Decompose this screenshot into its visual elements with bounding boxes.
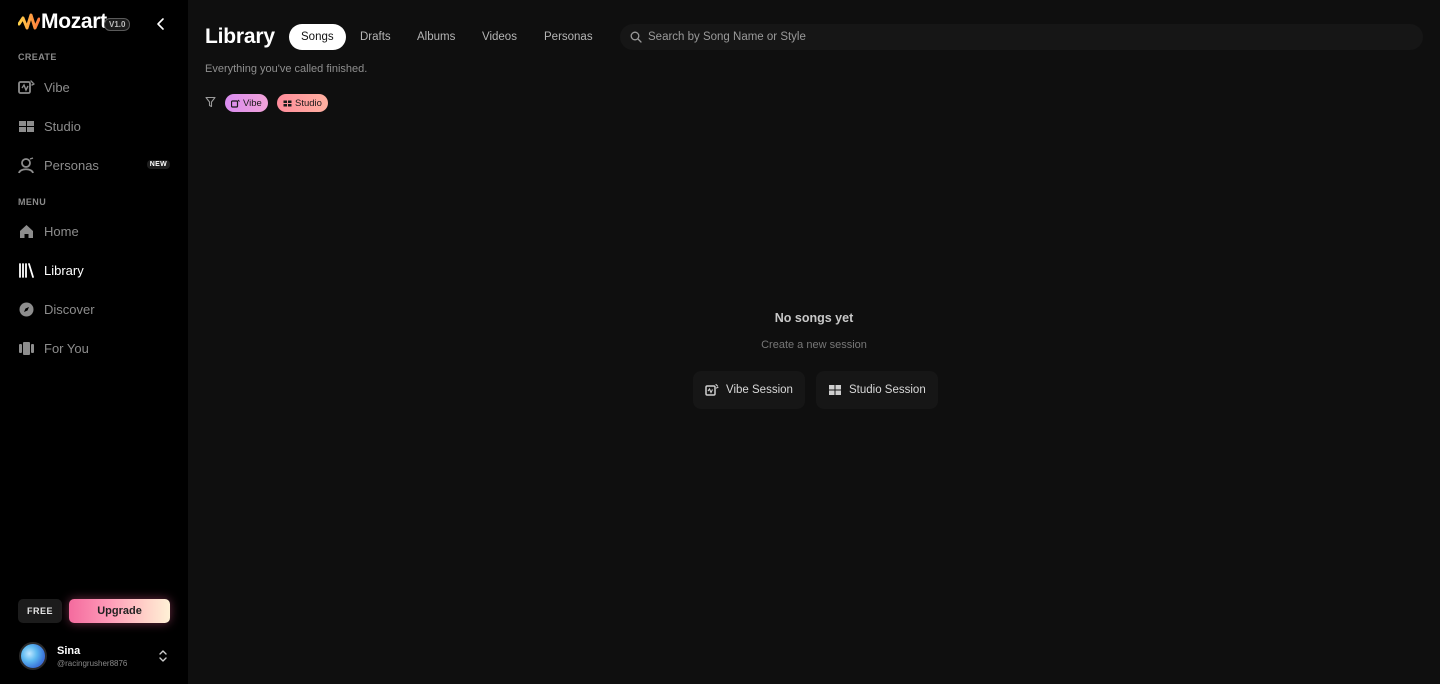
search-icon [630, 31, 642, 43]
version-badge: V1.0 [104, 18, 131, 31]
sidebar-item-library[interactable]: Library [18, 256, 170, 284]
session-button-label: Studio Session [849, 384, 926, 396]
sidebar-item-label: Library [44, 262, 84, 278]
tab-drafts[interactable]: Drafts [348, 24, 403, 50]
tab-personas[interactable]: Personas [532, 24, 605, 50]
sidebar-item-home[interactable]: Home [18, 217, 170, 245]
studio-icon [18, 118, 35, 135]
sidebar-item-label: Home [44, 223, 79, 239]
studio-icon [283, 100, 292, 106]
filter-chip-label: Studio [295, 97, 322, 109]
vibe-icon [231, 99, 240, 108]
tab-songs[interactable]: Songs [289, 24, 346, 50]
main-content: Library Songs Drafts Albums Videos Perso… [188, 0, 1440, 684]
studio-icon [829, 385, 841, 395]
sidebar-item-label: Studio [44, 118, 81, 134]
sidebar-item-label: Personas [44, 157, 99, 173]
vibe-icon [705, 383, 719, 396]
user-name: Sina [57, 645, 81, 657]
empty-state-title: No songs yet [774, 311, 854, 325]
plan-badge: FREE [18, 599, 62, 623]
sidebar-item-discover[interactable]: Discover [18, 295, 170, 323]
filter-chip-studio[interactable]: Studio [277, 94, 328, 112]
avatar[interactable] [19, 642, 47, 670]
sidebar-item-studio[interactable]: Studio [18, 112, 170, 140]
logo-wave-icon [18, 13, 40, 30]
filter-chip-vibe[interactable]: Vibe [225, 94, 268, 112]
sidebar: Mozart V1.0 CREATE Vibe Studio Personas … [0, 0, 188, 684]
page-title: Library [205, 25, 275, 48]
sidebar-item-label: For You [44, 340, 89, 356]
vibe-icon [18, 79, 35, 96]
menu-section-label: MENU [18, 197, 47, 207]
home-icon [18, 223, 35, 240]
tab-videos[interactable]: Videos [470, 24, 529, 50]
discover-icon [18, 301, 35, 318]
sidebar-item-personas[interactable]: Personas NEW [18, 151, 170, 179]
collapse-sidebar-chevron-icon[interactable] [154, 17, 168, 31]
personas-icon [18, 156, 35, 174]
empty-state-subtitle: Create a new session [761, 339, 867, 351]
sidebar-item-label: Discover [44, 301, 95, 317]
tab-albums[interactable]: Albums [405, 24, 467, 50]
sidebar-item-label: Vibe [44, 79, 70, 95]
app-logo[interactable]: Mozart [18, 10, 107, 33]
new-badge: NEW [146, 160, 170, 169]
filter-chip-label: Vibe [243, 97, 262, 109]
account-switch-chevrons-icon[interactable] [157, 649, 169, 663]
library-icon [18, 262, 35, 279]
studio-session-button[interactable]: Studio Session [816, 371, 938, 409]
session-button-label: Vibe Session [726, 384, 793, 396]
sidebar-item-for-you[interactable]: For You [18, 334, 170, 362]
create-section-label: CREATE [18, 52, 57, 62]
sidebar-item-vibe[interactable]: Vibe [18, 73, 170, 101]
user-handle: @racingrusher8876 [57, 659, 128, 668]
search-bar[interactable] [620, 24, 1423, 50]
vibe-session-button[interactable]: Vibe Session [693, 371, 805, 409]
search-input[interactable] [648, 31, 1408, 43]
for-you-icon [18, 340, 35, 357]
app-name: Mozart [41, 10, 107, 33]
upgrade-button[interactable]: Upgrade [69, 599, 170, 623]
filter-icon[interactable] [205, 96, 216, 108]
page-subtitle: Everything you've called finished. [205, 63, 368, 75]
